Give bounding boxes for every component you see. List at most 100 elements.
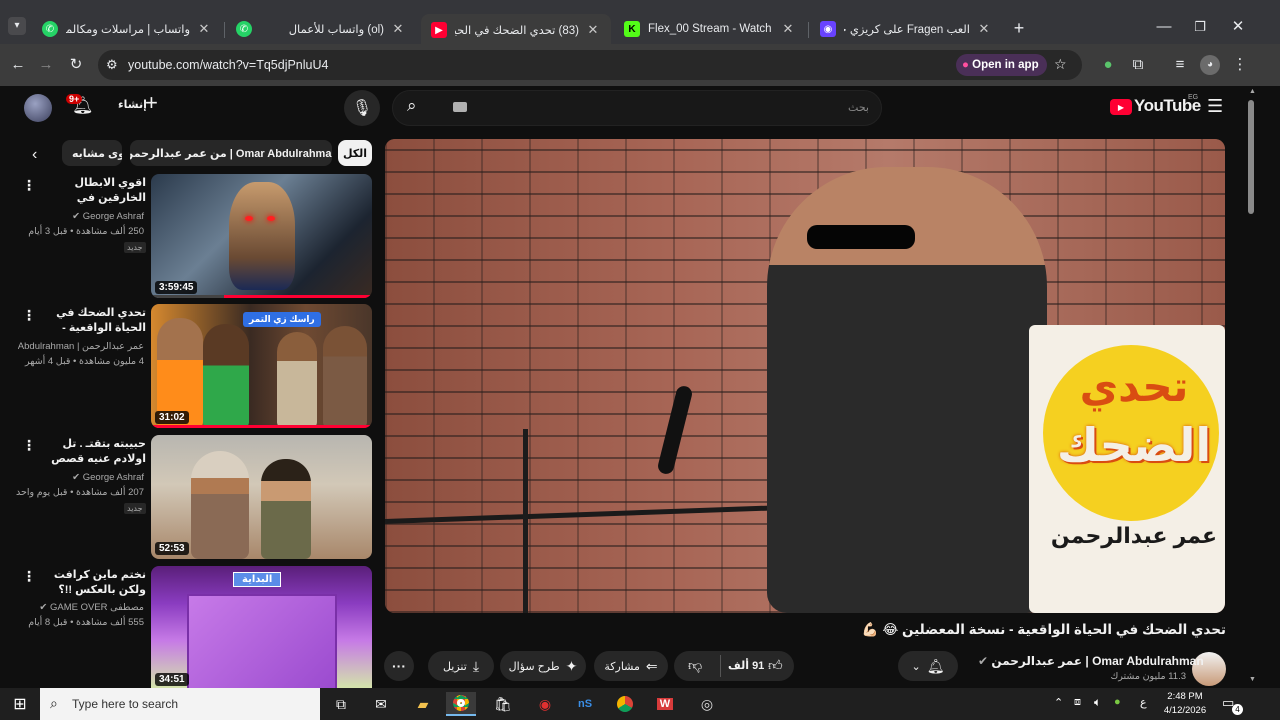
tray-expand-icon[interactable]: ⌃ — [1054, 696, 1063, 709]
address-bar[interactable]: ⚙ youtube.com/watch?v=Tq5djPnluU4 ● Open… — [98, 50, 1082, 80]
download-button[interactable]: تنزيل ⤓ — [428, 651, 494, 681]
search-icon[interactable]: ⌕ — [407, 96, 417, 116]
close-tab-icon[interactable]: ✕ — [196, 21, 212, 37]
tab-title: (83) تحدي الضحك في الحياة الواقعية — [455, 25, 579, 37]
video-title[interactable]: اقوي الابطال الخارقين في العالم بيتحدو س… — [48, 176, 147, 206]
site-info-icon[interactable]: ⚙ — [106, 57, 118, 73]
keyboard-icon[interactable] — [453, 102, 467, 112]
channel-name[interactable]: George Ashraf ✔ — [40, 209, 144, 224]
video-thumbnail[interactable]: البداية 34:51 — [151, 566, 372, 688]
app-icon-w[interactable]: W — [650, 692, 680, 716]
close-window-icon[interactable]: ✕ — [1228, 17, 1248, 37]
network-icon[interactable]: ⧈ — [1074, 696, 1081, 709]
close-tab-icon[interactable]: ✕ — [780, 21, 796, 37]
more-options-icon[interactable]: ⋮ — [22, 569, 36, 583]
scrollbar-track[interactable]: ▲ ▼ — [1244, 86, 1258, 688]
tab-crazygames[interactable]: ◉ العب Fragen على كريزي جيمز ✕ — [810, 13, 1002, 45]
chevron-left-icon[interactable]: ‹ — [32, 146, 37, 164]
video-thumbnail[interactable]: راسك زي التمر 31:02 — [151, 304, 372, 428]
task-view-icon[interactable]: ⧉ — [326, 692, 356, 716]
volume-icon[interactable]: 🔈︎ — [1094, 695, 1101, 710]
close-tab-icon[interactable]: ✕ — [585, 22, 601, 38]
ask-button[interactable]: طرح سؤال ✦ — [500, 651, 586, 681]
tab-search-dropdown-icon[interactable]: ▾ — [8, 17, 26, 35]
open-in-app-button[interactable]: ● Open in app — [956, 54, 1047, 76]
mail-icon[interactable]: ✉ — [366, 692, 396, 716]
browser-menu-icon[interactable]: ⋮ — [1230, 55, 1250, 75]
like-count[interactable]: 91 ألف — [728, 659, 764, 672]
clock[interactable]: 2:48 PM 4/12/2026 — [1160, 690, 1210, 718]
app-icon-steam[interactable]: ◎ — [692, 692, 722, 716]
taskbar-search-box[interactable]: ⌕ Type here to search — [40, 688, 320, 720]
search-box[interactable]: ⌕ بحث — [392, 90, 882, 126]
extensions-puzzle-icon[interactable]: ⧉ — [1128, 55, 1148, 75]
file-explorer-icon[interactable]: ▰ — [408, 692, 438, 716]
like-icon[interactable]: 👍︎ — [768, 657, 783, 674]
input-language[interactable]: ع — [1140, 696, 1147, 709]
voice-search-icon[interactable]: 🎙︎ — [344, 90, 380, 126]
bookmark-star-icon[interactable]: ☆ — [1054, 56, 1067, 73]
show-sign: تحدي الضحك عمر عبدالرحمن — [1029, 325, 1225, 613]
app-icon-red[interactable]: ◉ — [530, 692, 560, 716]
scroll-down-arrow-icon[interactable]: ▼ — [1249, 676, 1256, 683]
tab-title: (ol) واتساب للأعمال — [288, 24, 384, 36]
share-button[interactable]: مشاركة ⇐ — [594, 651, 668, 681]
windows-start-icon[interactable]: ⊞ — [4, 692, 36, 716]
tab-youtube-active[interactable]: ▶ (83) تحدي الضحك في الحياة الواقعية ✕ — [421, 14, 611, 46]
new-tab-icon[interactable]: + — [1009, 18, 1029, 38]
chrome-alt-icon[interactable] — [610, 692, 640, 716]
video-title[interactable]: نختم ماين كرافت ولكن بالعكس !!؟ — [40, 568, 146, 598]
url-text[interactable]: youtube.com/watch?v=Tq5djPnluU4 — [128, 58, 328, 72]
video-title[interactable]: تحدي الضحك في الحياة الواقعية - ضحكة = 5… — [40, 306, 146, 336]
minimize-icon[interactable]: — — [1154, 17, 1174, 37]
close-tab-icon[interactable]: ✕ — [390, 21, 406, 37]
profile-avatar[interactable]: ◕ — [1200, 55, 1220, 75]
tab-whatsapp-business[interactable]: ✆ (ol) واتساب للأعمال ✕ — [226, 13, 416, 45]
search-input[interactable]: بحث — [848, 101, 869, 114]
channel-name[interactable]: مصطفى GAME OVER ✔ — [39, 600, 144, 615]
app-icon-ns[interactable]: nS — [570, 692, 600, 716]
notification-count-badge: 9+ — [66, 94, 83, 104]
scroll-up-arrow-icon[interactable]: ▲ — [1249, 88, 1256, 95]
video-player[interactable]: تحدي الضحك عمر عبدالرحمن — [385, 139, 1225, 613]
more-options-icon[interactable]: ⋮ — [22, 308, 36, 322]
menu-hamburger-icon[interactable]: ☰ — [1207, 96, 1223, 117]
subscription-bell-button[interactable]: ⌄ 🔔︎ — [898, 651, 958, 681]
back-icon[interactable]: ← — [8, 55, 28, 75]
mic-stand-pole — [523, 429, 528, 613]
progress-track — [151, 295, 372, 298]
chip-all[interactable]: الكل — [338, 140, 372, 166]
thumbnail-figure — [203, 324, 249, 428]
restore-icon[interactable]: ❐ — [1190, 17, 1210, 37]
chip-related[interactable]: محتوى مشابه — [62, 140, 122, 166]
chip-channel[interactable]: من عمر عبدالرحمن | Omar Abdulrahman — [130, 140, 332, 166]
tray-app-icon[interactable]: ● — [1114, 696, 1121, 708]
close-tab-icon[interactable]: ✕ — [976, 21, 992, 37]
tab-whatsapp[interactable]: ✆ واتساب | مراسلات ومكالمات مجانية ✕ — [32, 13, 222, 45]
video-title[interactable]: حبيبته بتقتـ . تل اولادم عنيه قصص الصحرا… — [40, 437, 146, 467]
more-options-icon[interactable]: ⋮ — [22, 178, 36, 192]
video-thumbnail[interactable]: 3:59:45 — [151, 174, 372, 298]
account-avatar[interactable] — [24, 94, 52, 122]
media-controls-icon[interactable]: ≡ — [1170, 55, 1190, 75]
channel-name[interactable]: ✔ عمر عبدالرحمن | Omar Abdulrahman — [978, 654, 1204, 668]
more-options-icon[interactable]: ⋮ — [22, 438, 36, 452]
channel-name[interactable]: عمر عبدالرحمن | Abdulrahman ... — [18, 339, 144, 354]
channel-name[interactable]: George Ashraf ✔ — [40, 470, 144, 485]
extension-icon[interactable]: ● — [1098, 55, 1118, 75]
scrollbar-thumb[interactable] — [1248, 100, 1254, 214]
chrome-icon[interactable] — [446, 692, 476, 716]
create-plus-icon[interactable]: + — [145, 92, 158, 114]
store-icon[interactable]: 🛍︎ — [488, 692, 518, 716]
youtube-logo-icon[interactable]: ▶ — [1110, 99, 1132, 115]
video-thumbnail[interactable]: 52:53 — [151, 435, 372, 559]
forward-icon[interactable]: → — [36, 55, 56, 75]
more-actions-button[interactable]: ··· — [384, 651, 414, 681]
create-label[interactable]: إنشاء — [118, 98, 147, 111]
taskbar-search-input[interactable]: Type here to search — [72, 697, 178, 711]
tab-kick[interactable]: K Flex_00 Stream - Watch Live on Kick ✕ — [614, 13, 806, 45]
verified-icon: ✔ — [978, 654, 989, 668]
reload-icon[interactable]: ↻ — [66, 55, 86, 75]
open-in-app-label: Open in app — [972, 59, 1039, 71]
dislike-icon[interactable]: 👎︎ — [688, 657, 702, 674]
